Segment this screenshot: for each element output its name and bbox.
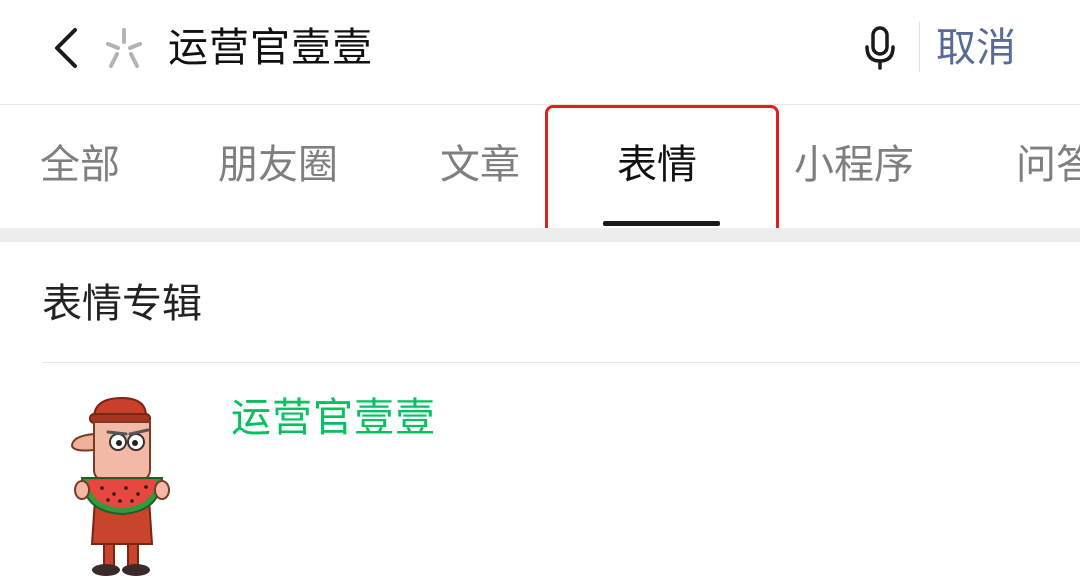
- voice-input-button[interactable]: [858, 22, 902, 74]
- search-bar: 运营官壹壹 取消: [0, 0, 1080, 105]
- tab-moments[interactable]: 朋友圈: [218, 133, 338, 197]
- search-input[interactable]: 运营官壹壹: [168, 20, 373, 76]
- tab-articles[interactable]: 文章: [440, 133, 520, 197]
- tab-bar: 全部 朋友圈 文章 表情 小程序 问答: [0, 105, 1080, 227]
- active-tab-indicator: [603, 221, 720, 226]
- tab-qa[interactable]: 问答: [1016, 133, 1080, 197]
- header-divider: [919, 22, 920, 72]
- section-gap: [0, 228, 1080, 242]
- chevron-left-icon: [55, 28, 77, 68]
- cancel-button[interactable]: 取消: [936, 20, 1016, 76]
- section-title: 表情专辑: [42, 281, 202, 327]
- sticker-album-name[interactable]: 运营官壹壹: [231, 390, 436, 446]
- tab-stickers[interactable]: 表情: [617, 133, 697, 197]
- search-results-page: 运营官壹壹 取消 全部 朋友圈 文章 表情 小程序 问答 表情专辑 运营官壹壹: [0, 0, 1080, 580]
- sogou-star-icon: [106, 28, 142, 68]
- microphone-icon: [865, 26, 895, 70]
- tab-all[interactable]: 全部: [40, 133, 120, 197]
- section-divider: [42, 362, 1080, 363]
- tab-mini-programs[interactable]: 小程序: [794, 133, 914, 197]
- watermelon-man-sticker-icon: [70, 396, 170, 576]
- back-button[interactable]: [42, 20, 90, 76]
- sticker-album-item[interactable]: 运营官壹壹: [0, 364, 1080, 580]
